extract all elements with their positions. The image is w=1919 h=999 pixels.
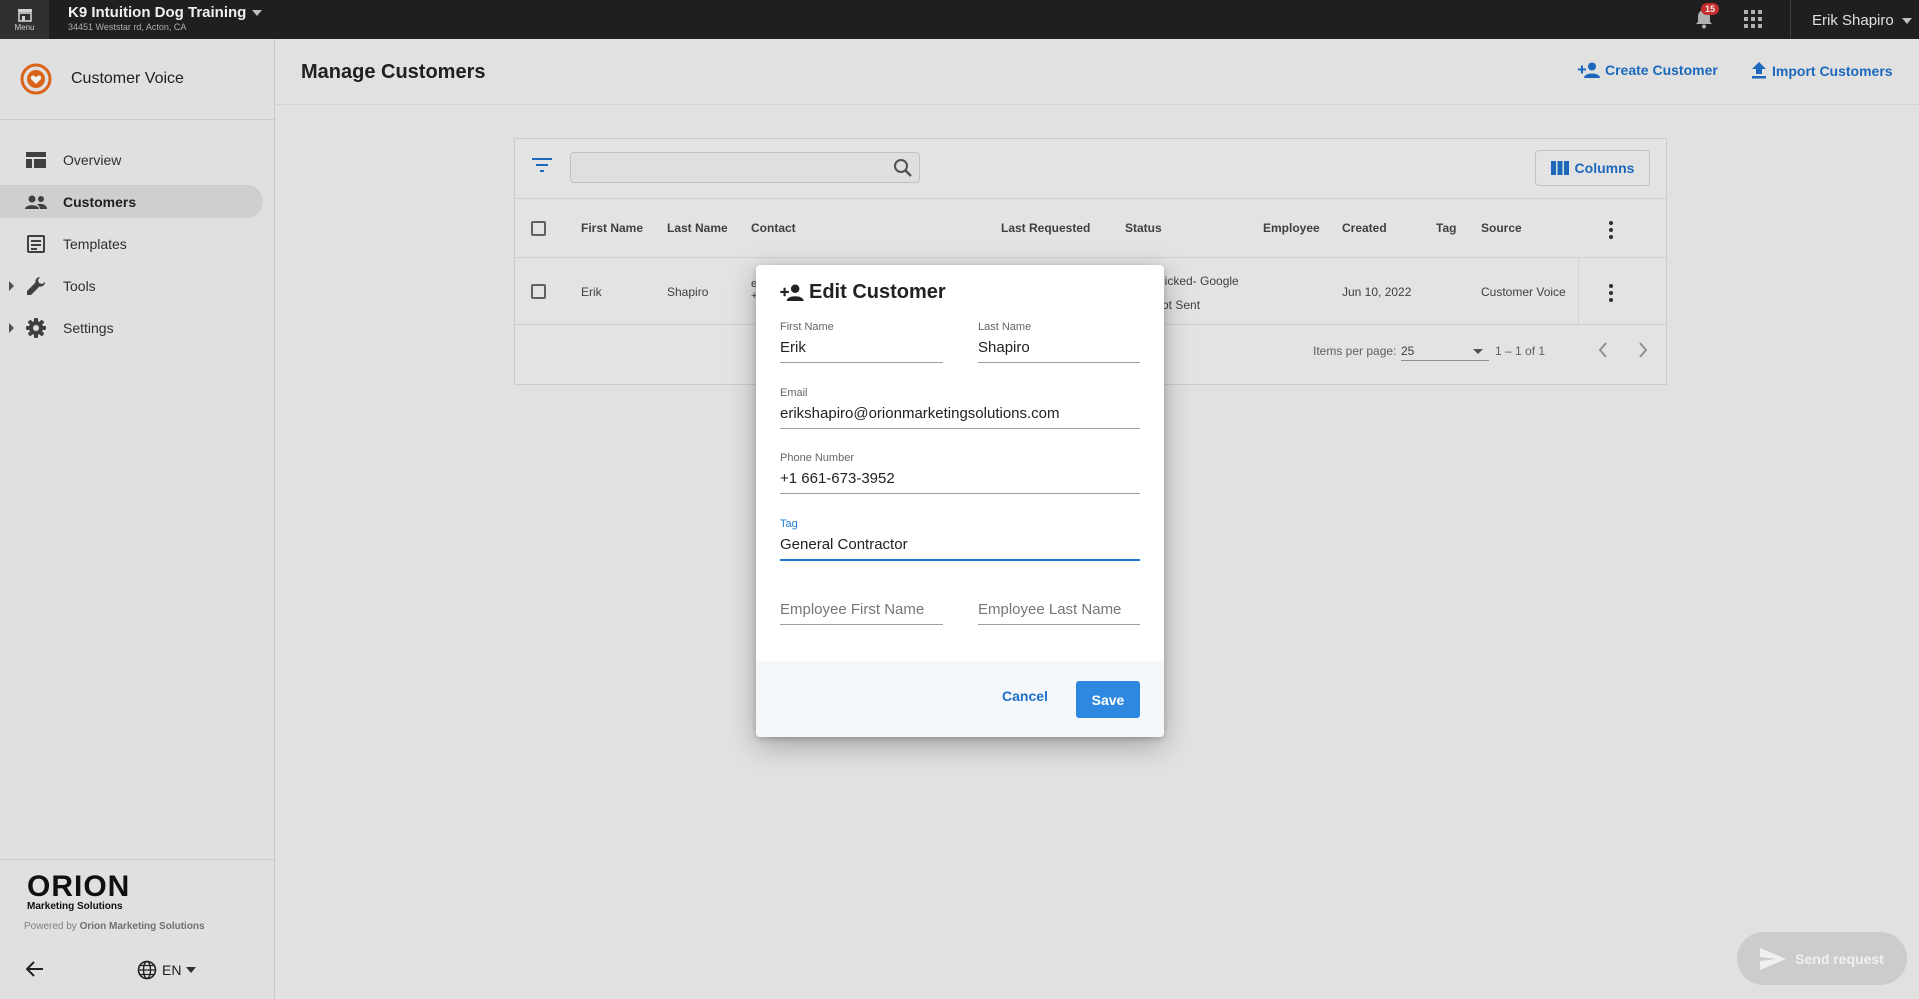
tag-input[interactable] (780, 532, 1140, 561)
tag-label: Tag (780, 518, 798, 530)
first-name-field: First Name (780, 321, 943, 363)
add-person-icon (780, 284, 804, 301)
last-name-label: Last Name (978, 321, 1032, 333)
email-field: Email (780, 387, 1140, 429)
dialog-title: Edit Customer (780, 281, 946, 304)
cancel-button[interactable]: Cancel (1002, 688, 1048, 704)
email-input[interactable] (780, 401, 1140, 429)
employee-first-name-spacer (780, 583, 943, 597)
edit-customer-dialog: Edit Customer First Name Last Name Email… (756, 265, 1164, 737)
phone-field: Phone Number (780, 452, 1140, 494)
last-name-field: Last Name (978, 321, 1140, 363)
employee-first-name-field (780, 583, 943, 625)
employee-last-name-input[interactable] (978, 597, 1140, 625)
last-name-input[interactable] (978, 335, 1140, 363)
tag-field: Tag (780, 518, 1140, 561)
employee-first-name-input[interactable] (780, 597, 943, 625)
save-button[interactable]: Save (1076, 681, 1140, 718)
phone-label: Phone Number (780, 452, 854, 464)
first-name-label: First Name (780, 321, 834, 333)
employee-last-name-field (978, 583, 1140, 625)
dialog-title-text: Edit Customer (809, 281, 946, 303)
employee-last-name-spacer (978, 583, 1140, 597)
email-label: Email (780, 387, 808, 399)
phone-input[interactable] (780, 466, 1140, 494)
dialog-footer: Cancel Save (756, 661, 1164, 737)
first-name-input[interactable] (780, 335, 943, 363)
